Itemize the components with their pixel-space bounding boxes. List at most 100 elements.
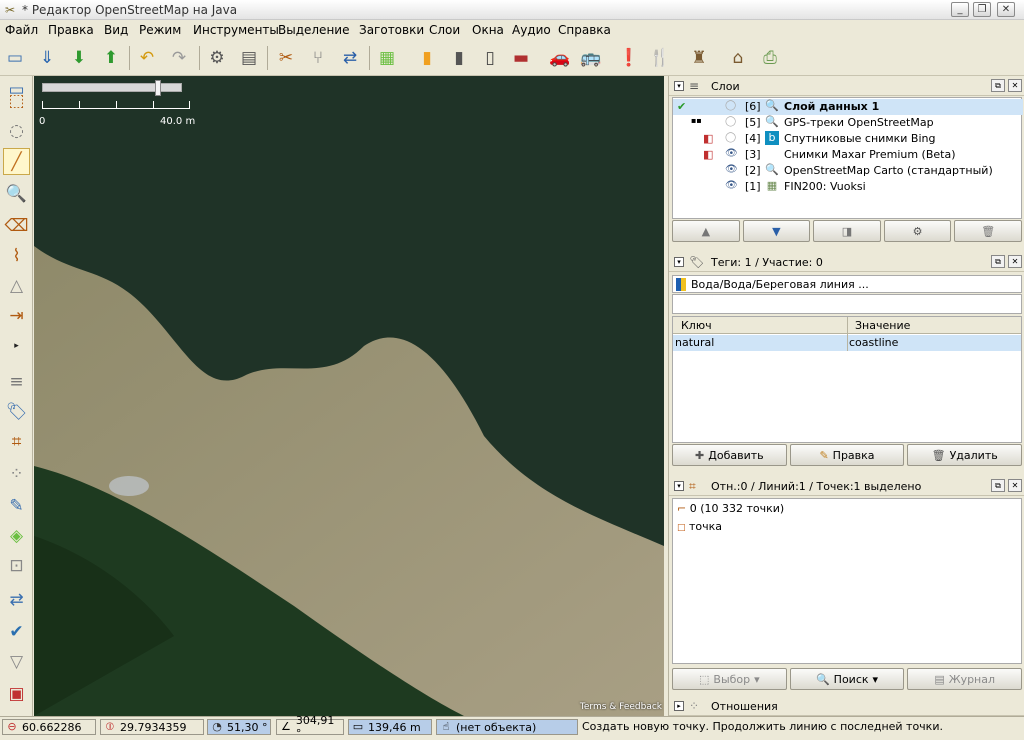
move-up-icon[interactable]: ▲ — [672, 220, 740, 242]
restaurant-icon[interactable]: 🍴 — [646, 44, 674, 72]
highway-preset-icon[interactable]: ▦ — [373, 44, 401, 72]
menu-file[interactable]: Файл — [5, 23, 38, 37]
more-tools-icon[interactable]: ▸ — [3, 332, 30, 359]
barrier-preset-icon[interactable]: ▯ — [476, 44, 504, 72]
menu-tools[interactable]: Инструменты — [193, 23, 279, 37]
layer-row[interactable]: 👁 [2] 🔍 OpenStreetMap Carto (стандартный… — [673, 163, 1023, 179]
layer-row[interactable]: ✔ ◯ [6] 🔍 Слой данных 1 — [673, 99, 1023, 115]
column-key[interactable]: Ключ — [681, 319, 712, 332]
add-tag-button[interactable]: ✚ Добавить — [672, 444, 787, 466]
validator-icon[interactable]: ✔ — [3, 618, 30, 645]
factory-icon[interactable]: ⌂ — [724, 44, 752, 72]
visibility-off-icon[interactable]: ◯ — [725, 116, 736, 127]
zoom-slider-thumb[interactable] — [155, 80, 161, 96]
minimize-icon[interactable]: _ — [951, 2, 969, 17]
filter-icon[interactable]: ▽ — [3, 648, 30, 675]
print-icon[interactable]: ⎙ — [756, 44, 784, 72]
tags-panel-header[interactable]: ▾ 🏷 Теги: 1 / Участие: 0 ⧉ ✕ — [669, 252, 1024, 272]
expand-icon[interactable]: ▸ — [674, 701, 684, 711]
menu-layers[interactable]: Слои — [429, 23, 460, 37]
history-toggle-icon[interactable]: ✎ — [3, 492, 30, 519]
draw-mode-icon[interactable]: ╱ — [3, 148, 30, 175]
preferences-icon[interactable]: ⚙ — [203, 44, 231, 72]
castle-icon[interactable]: ♜ — [685, 44, 713, 72]
layer-row[interactable]: ◧ ◯ [4] b Спутниковые снимки Bing — [673, 131, 1023, 147]
panel-close-icon[interactable]: ✕ — [1008, 79, 1022, 92]
visibility-off-icon[interactable]: ◯ — [725, 100, 736, 111]
detach-icon[interactable]: ⧉ — [991, 479, 1005, 492]
close-icon[interactable]: ✕ — [997, 2, 1015, 17]
visibility-on-icon[interactable]: 👁 — [725, 148, 738, 159]
parallel-way-icon[interactable]: △ — [3, 272, 30, 299]
bus-icon[interactable]: 🚌 — [577, 44, 605, 72]
lasso-icon[interactable]: ◌ — [3, 117, 30, 144]
attribution-link[interactable]: Terms & Feedback — [580, 702, 662, 712]
car-icon[interactable]: 🚗 — [546, 44, 574, 72]
download-icon[interactable]: ⬇ — [65, 44, 93, 72]
layer-settings-icon[interactable]: ⚙ — [883, 220, 952, 242]
search-button[interactable]: 🔍 Поиск ▾ — [789, 668, 905, 690]
menu-mode[interactable]: Режим — [139, 23, 181, 37]
warning-icon[interactable]: ❗ — [615, 44, 643, 72]
imagery-toggle-icon[interactable]: ◈ — [3, 522, 30, 549]
menu-edit[interactable]: Правка — [48, 23, 94, 37]
road-preset-icon[interactable]: ▮ — [413, 44, 441, 72]
filter-panel-icon[interactable]: ⊡ — [3, 552, 30, 579]
menu-view[interactable]: Вид — [104, 23, 128, 37]
delete-layer-icon[interactable]: 🗑 — [954, 220, 1022, 242]
layer-row[interactable]: ▪▪ ◯ [5] 🔍 GPS-треки OpenStreetMap — [673, 115, 1023, 131]
selection-panel-header[interactable]: ▾ ⌗ Отн.:0 / Линий:1 / Точек:1 выделено … — [669, 476, 1024, 496]
panel-close-icon[interactable]: ✕ — [1008, 255, 1022, 268]
menu-audio[interactable]: Аудио — [512, 23, 551, 37]
edit-tag-button[interactable]: ✎ Правка — [789, 444, 905, 466]
panel-close-icon[interactable]: ✕ — [1008, 479, 1022, 492]
improve-way-icon[interactable]: ⌇ — [3, 242, 30, 269]
history-button[interactable]: ▤ Журнал — [907, 668, 1023, 690]
collapse-icon[interactable]: ▾ — [674, 81, 684, 91]
collapse-icon[interactable]: ▾ — [674, 257, 684, 267]
layers-toggle-icon[interactable]: ≡ — [3, 368, 30, 395]
changeset-icon[interactable]: ▣ — [3, 680, 30, 707]
layers-panel-header[interactable]: ▾ ≡ Слои ⧉ ✕ — [669, 76, 1024, 96]
merge-layers-icon[interactable]: ◨ — [813, 220, 881, 242]
conflict-icon[interactable]: ⇄ — [3, 586, 30, 613]
redo-icon[interactable]: ↷ — [165, 44, 193, 72]
column-value[interactable]: Значение — [855, 319, 910, 332]
move-down-icon[interactable]: ▼ — [742, 220, 811, 242]
save-icon[interactable]: ⇓ — [33, 44, 61, 72]
layer-row[interactable]: 👁 [1] ▦ FIN200: Vuoksi — [673, 179, 1023, 195]
visibility-on-icon[interactable]: 👁 — [725, 164, 738, 175]
layer-properties-icon[interactable]: ▤ — [235, 44, 263, 72]
upload-icon[interactable]: ⬆ — [97, 44, 125, 72]
menu-selection[interactable]: Выделение — [278, 23, 349, 37]
map-view[interactable]: 0 40.0 m Terms & Feedback — [34, 76, 664, 716]
restore-icon[interactable]: ❐ — [973, 2, 991, 17]
collapse-icon[interactable]: ▾ — [674, 481, 684, 491]
visibility-off-icon[interactable]: ◯ — [725, 132, 736, 143]
selection-toggle-icon[interactable]: ⌗ — [3, 428, 30, 455]
delete-tag-button[interactable]: 🗑 Удалить — [907, 444, 1023, 466]
zoom-mode-icon[interactable]: 🔍 — [3, 180, 30, 207]
tags-toggle-icon[interactable]: 🏷 — [3, 398, 30, 425]
undo-icon[interactable]: ↶ — [133, 44, 161, 72]
extrude-icon[interactable]: ⇥ — [3, 302, 30, 329]
detach-icon[interactable]: ⧉ — [991, 255, 1005, 268]
detach-icon[interactable]: ⧉ — [991, 79, 1005, 92]
open-file-icon[interactable]: ▭ — [1, 44, 29, 72]
preset-link[interactable]: Вода/Вода/Береговая линия ... — [672, 275, 1022, 293]
zoom-slider[interactable] — [42, 80, 182, 96]
menu-presets[interactable]: Заготовки — [359, 23, 424, 37]
select-button[interactable]: ⬚ Выбор ▾ — [672, 668, 787, 690]
list-item[interactable]: □ точка — [677, 520, 722, 533]
menu-windows[interactable]: Окна — [472, 23, 504, 37]
relations-panel-header[interactable]: ▸ ⁘ Отношения — [669, 696, 1024, 716]
relations-toggle-icon[interactable]: ⁘ — [3, 460, 30, 487]
layer-row[interactable]: ◧ 👁 [3] Снимки Maxar Premium (Beta) — [673, 147, 1023, 163]
delete-mode-icon[interactable]: ⌫ — [3, 212, 30, 239]
track-preset-icon[interactable]: ▮ — [445, 44, 473, 72]
reverse-icon[interactable]: ⇄ — [336, 44, 364, 72]
combine-icon[interactable]: ⑂ — [304, 44, 332, 72]
menu-help[interactable]: Справка — [558, 23, 611, 37]
list-item[interactable]: ⌐ 0 (10 332 точки) — [677, 502, 784, 515]
split-way-icon[interactable]: ✂ — [272, 44, 300, 72]
